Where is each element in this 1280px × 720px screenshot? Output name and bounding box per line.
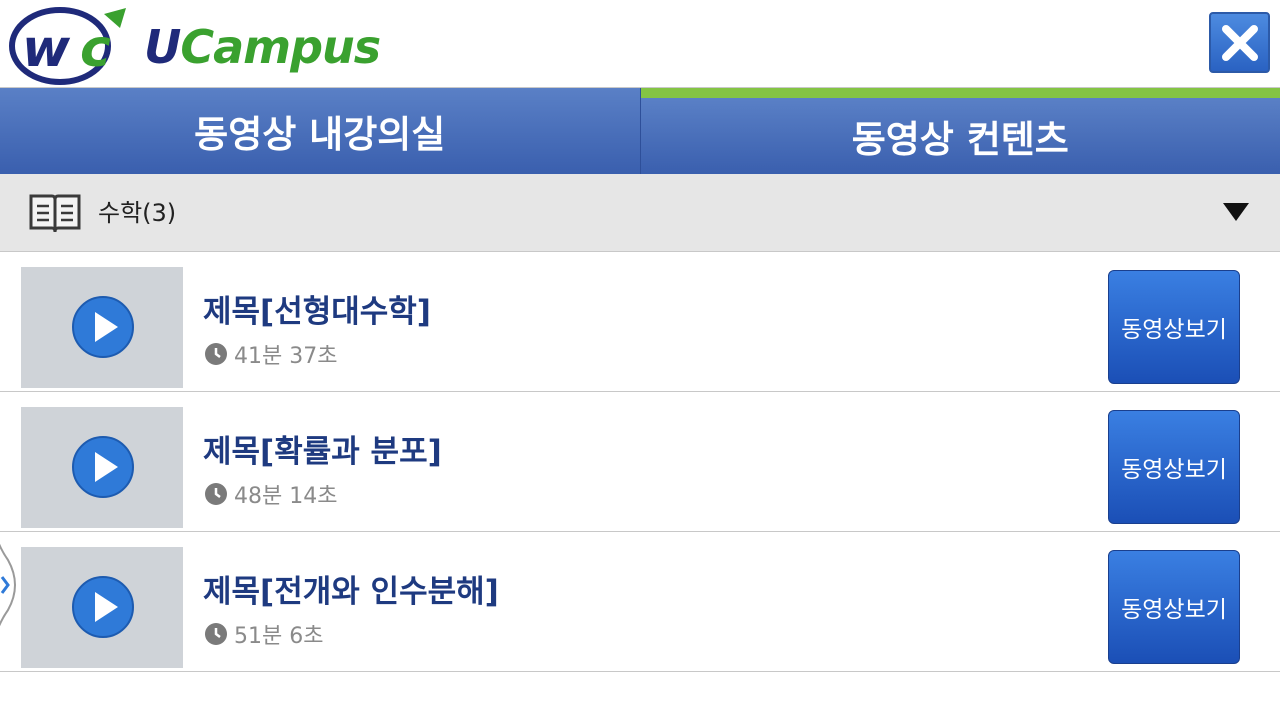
clock-icon <box>205 343 227 365</box>
watch-video-button[interactable]: 동영상보기 <box>1108 270 1240 384</box>
video-duration: 41분 37초 <box>204 338 337 370</box>
video-title: 제목[선형대수학] <box>203 294 431 330</box>
play-icon <box>72 436 134 498</box>
video-list-item: 제목[선형대수학] 41분 37초 동영상보기 <box>0 252 1280 392</box>
logo-text-u: U <box>144 20 181 74</box>
video-duration: 48분 14초 <box>204 478 337 510</box>
duration-text: 41분 37초 <box>234 344 338 369</box>
logo-text: UCampus <box>144 20 381 74</box>
video-title: 제목[확률과 분포] <box>203 434 442 470</box>
video-thumbnail[interactable] <box>21 267 183 388</box>
watch-video-button[interactable]: 동영상보기 <box>1108 410 1240 524</box>
book-icon <box>29 194 81 233</box>
watch-video-button[interactable]: 동영상보기 <box>1108 550 1240 664</box>
wc-logo-mark-icon: w c <box>9 7 126 85</box>
logo-text-campus: Campus <box>180 20 381 74</box>
duration-text: 51분 6초 <box>234 624 324 649</box>
video-duration: 51분 6초 <box>204 618 323 650</box>
video-thumbnail[interactable] <box>21 407 183 528</box>
play-icon <box>72 296 134 358</box>
clock-icon <box>205 623 227 645</box>
duration-text: 48분 14초 <box>234 484 338 509</box>
video-list: 제목[선형대수학] 41분 37초 동영상보기 제목[확률과 분포] 48분 1… <box>0 252 1280 672</box>
app-header: w c UCampus <box>0 0 1280 88</box>
close-button[interactable] <box>1209 12 1270 73</box>
video-list-item: 제목[전개와 인수분해] 51분 6초 동영상보기 <box>0 532 1280 672</box>
svg-text:c: c <box>80 19 111 79</box>
play-icon <box>72 576 134 638</box>
tab-bar: 동영상 내강의실 동영상 컨텐츠 <box>0 88 1280 174</box>
close-x-icon <box>1221 24 1258 61</box>
svg-text:w: w <box>22 19 71 79</box>
ucampus-logo: w c UCampus <box>8 6 388 86</box>
tab-my-video-lectures[interactable]: 동영상 내강의실 <box>0 88 641 174</box>
tab-label: 동영상 컨텐츠 <box>851 118 1069 161</box>
clock-icon <box>205 483 227 505</box>
video-thumbnail[interactable] <box>21 547 183 668</box>
side-drawer-handle[interactable] <box>0 520 26 650</box>
video-list-item: 제목[확률과 분포] 48분 14초 동영상보기 <box>0 392 1280 532</box>
tab-label: 동영상 내강의실 <box>194 113 446 156</box>
video-title: 제목[전개와 인수분해] <box>203 574 499 610</box>
tab-video-contents[interactable]: 동영상 컨텐츠 <box>640 88 1280 174</box>
category-selector[interactable]: 수학(3) <box>0 174 1280 252</box>
triangle-down-icon[interactable] <box>1222 202 1250 222</box>
category-label: 수학(3) <box>98 199 177 227</box>
